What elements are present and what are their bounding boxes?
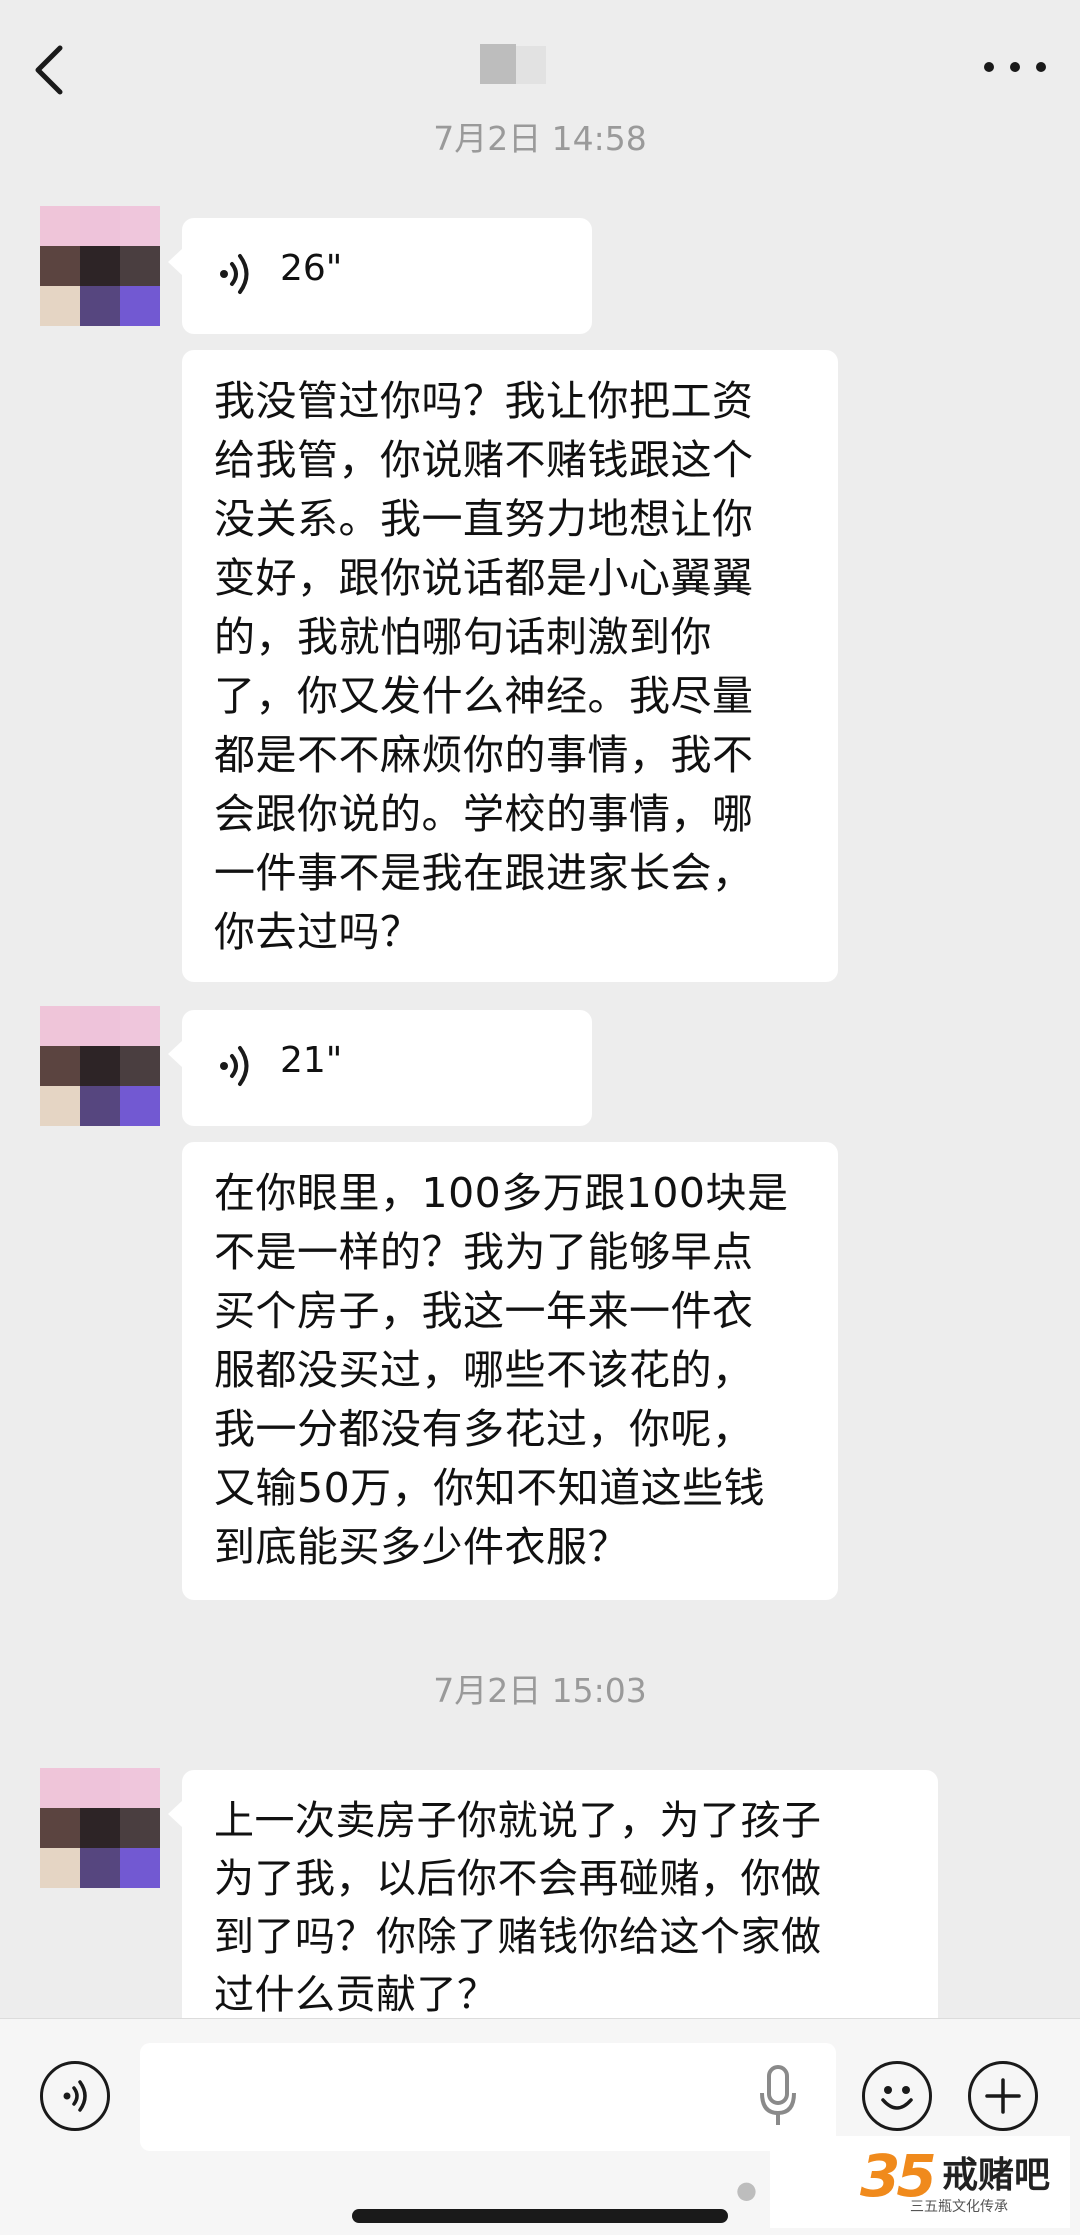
voice-wave-icon	[220, 1046, 249, 1086]
message-timestamp: 7月2日 15:03	[433, 1671, 647, 1710]
voice-message[interactable]: 26"	[168, 218, 592, 334]
voice-toggle-button[interactable]	[40, 2061, 110, 2131]
watermark-name: 戒赌吧	[942, 2155, 1051, 2196]
avatar-pixel	[40, 286, 80, 326]
contact-avatar[interactable]	[40, 206, 160, 326]
avatar-pixel	[120, 1006, 160, 1046]
avatar-pixel	[120, 1046, 160, 1086]
avatar-pixel	[80, 246, 120, 286]
plus-icon	[985, 2078, 1021, 2114]
voice-wave-icon	[220, 254, 249, 294]
watermark-subtitle: 三五瓶文化传承	[910, 2199, 1008, 2215]
avatar-pixel	[120, 1768, 160, 1808]
avatar-pixel	[120, 1086, 160, 1126]
avatar-pixel	[40, 1808, 80, 1848]
text-message[interactable]: 在你眼里，100多万跟100块是 不是一样的？我为了能够早点 买个房子，我这一年…	[182, 1142, 838, 1600]
avatar-pixel	[80, 286, 120, 326]
avatar-pixel	[120, 246, 160, 286]
avatar-pixel	[120, 1848, 160, 1888]
avatar-pixel	[120, 1808, 160, 1848]
more-options-button[interactable]	[980, 52, 1060, 82]
more-dots-icon	[984, 62, 994, 72]
avatar-pixel	[40, 1086, 80, 1126]
wechat-icon: ●	[736, 2176, 757, 2204]
avatar-pixel	[80, 1006, 120, 1046]
avatar-pixel	[80, 1046, 120, 1086]
home-indicator	[352, 2209, 728, 2223]
avatar-pixel	[40, 206, 80, 246]
contact-name-blurred	[480, 44, 560, 88]
back-button[interactable]	[30, 40, 70, 100]
text-message[interactable]: 我没管过你吗？我让你把工资 给我管，你说赌不赌钱跟这个 没关系。我一直努力地想让…	[182, 350, 838, 982]
avatar-pixel	[80, 206, 120, 246]
contact-avatar[interactable]	[40, 1768, 160, 1888]
avatar-pixel	[80, 1768, 120, 1808]
message-timestamp: 7月2日 14:58	[433, 119, 647, 158]
avatar-pixel	[40, 1848, 80, 1888]
emoji-button[interactable]	[862, 2061, 932, 2131]
avatar-pixel	[40, 246, 80, 286]
avatar-pixel	[120, 286, 160, 326]
message-input[interactable]	[140, 2043, 836, 2151]
avatar-pixel	[40, 1768, 80, 1808]
voice-duration: 26"	[280, 248, 343, 289]
emoji-icon	[881, 2086, 913, 2110]
avatar-pixel	[80, 1848, 120, 1888]
avatar-pixel	[40, 1046, 80, 1086]
more-functions-button[interactable]	[968, 2061, 1038, 2131]
voice-mode-icon	[63, 2080, 87, 2112]
chevron-left-icon	[35, 45, 63, 95]
chat-header	[0, 0, 1080, 130]
avatar-pixel	[40, 1006, 80, 1046]
avatar-pixel	[80, 1086, 120, 1126]
avatar-pixel	[80, 1808, 120, 1848]
avatar-pixel	[120, 206, 160, 246]
watermark-logo: ● 35 戒赌吧 三五瓶文化传承	[736, 2136, 1070, 2228]
contact-avatar[interactable]	[40, 1006, 160, 1126]
microphone-icon[interactable]	[758, 2063, 798, 2129]
voice-duration: 21"	[280, 1040, 343, 1081]
voice-message[interactable]: 21"	[168, 1010, 592, 1126]
